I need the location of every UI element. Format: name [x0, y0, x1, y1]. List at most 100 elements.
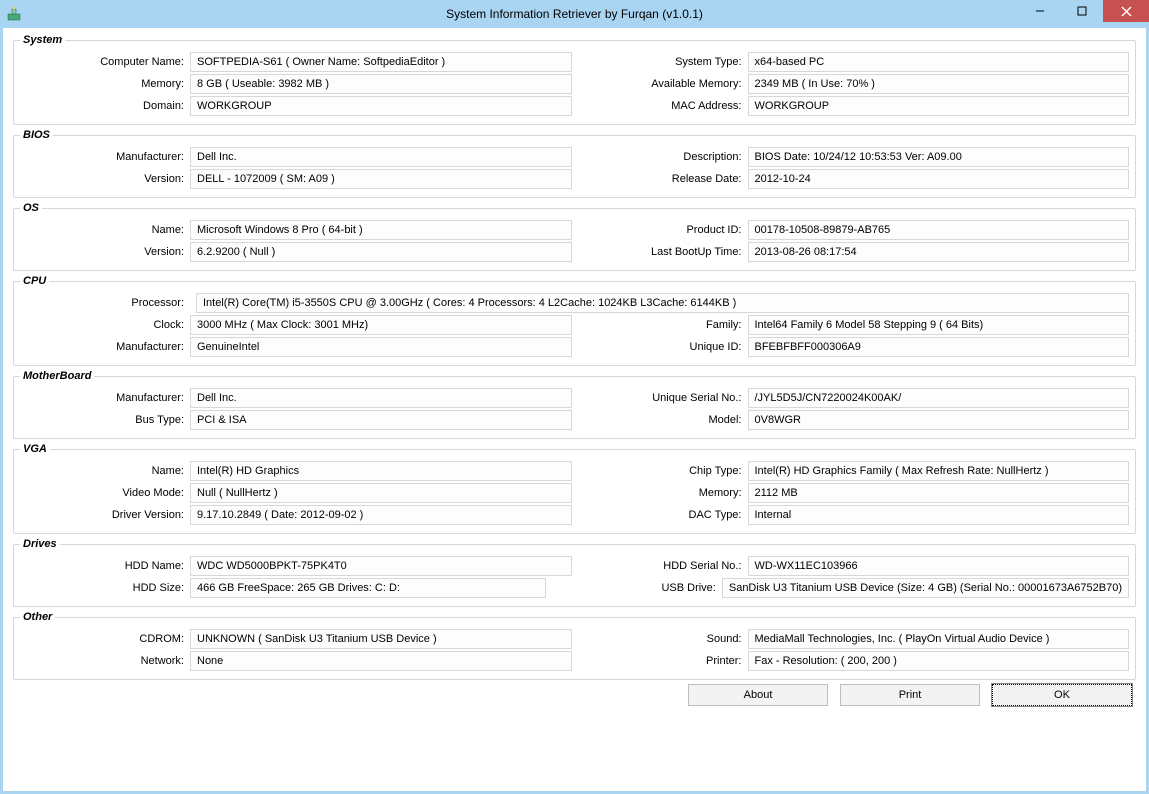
value-available-memory: 2349 MB ( In Use: 70% ) [748, 74, 1130, 94]
value-vga-dac-type: Internal [748, 505, 1130, 525]
label-vga-memory: Memory: [578, 487, 748, 499]
label-os-name: Name: [20, 224, 190, 236]
label-vga-video-mode: Video Mode: [20, 487, 190, 499]
label-memory: Memory: [20, 78, 190, 90]
print-button[interactable]: Print [840, 684, 980, 706]
value-mac-address: WORKGROUP [748, 96, 1130, 116]
label-os-last-bootup: Last BootUp Time: [578, 246, 748, 258]
label-computer-name: Computer Name: [20, 56, 190, 68]
label-mb-bus-type: Bus Type: [20, 414, 190, 426]
label-vga-dac-type: DAC Type: [578, 509, 748, 521]
label-usb-drive: USB Drive: [552, 582, 722, 594]
value-network: None [190, 651, 572, 671]
label-vga-name: Name: [20, 465, 190, 477]
group-system-legend: System [20, 34, 65, 46]
label-network: Network: [20, 655, 190, 667]
ok-button[interactable]: OK [992, 684, 1132, 706]
group-drives: Drives HDD Name:WDC WD5000BPKT-75PK4T0 H… [13, 538, 1136, 607]
label-available-memory: Available Memory: [578, 78, 748, 90]
value-system-type: x64-based PC [748, 52, 1130, 72]
label-printer: Printer: [578, 655, 748, 667]
group-bios: BIOS Manufacturer:Dell Inc. Description:… [13, 129, 1136, 198]
value-domain: WORKGROUP [190, 96, 572, 116]
label-vga-driver-version: Driver Version: [20, 509, 190, 521]
value-os-last-bootup: 2013-08-26 08:17:54 [748, 242, 1130, 262]
maximize-button[interactable] [1061, 0, 1103, 22]
label-hdd-serial: HDD Serial No.: [578, 560, 748, 572]
label-bios-manufacturer: Manufacturer: [20, 151, 190, 163]
value-sound: MediaMall Technologies, Inc. ( PlayOn Vi… [748, 629, 1130, 649]
label-system-type: System Type: [578, 56, 748, 68]
group-drives-legend: Drives [20, 538, 60, 550]
value-cpu-processor: Intel(R) Core(TM) i5-3550S CPU @ 3.00GHz… [196, 293, 1129, 313]
value-vga-memory: 2112 MB [748, 483, 1130, 503]
value-bios-release-date: 2012-10-24 [748, 169, 1130, 189]
value-mb-unique-serial: /JYL5D5J/CN7220024K00AK/ [748, 388, 1130, 408]
label-cpu-unique-id: Unique ID: [578, 341, 748, 353]
value-vga-driver-version: 9.17.10.2849 ( Date: 2012-09-02 ) [190, 505, 572, 525]
group-vga: VGA Name:Intel(R) HD Graphics Chip Type:… [13, 443, 1136, 534]
value-memory: 8 GB ( Useable: 3982 MB ) [190, 74, 572, 94]
window-title: System Information Retriever by Furqan (… [0, 7, 1149, 21]
value-hdd-serial: WD-WX11EC103966 [748, 556, 1130, 576]
value-mb-bus-type: PCI & ISA [190, 410, 572, 430]
label-mb-manufacturer: Manufacturer: [20, 392, 190, 404]
group-os-legend: OS [20, 202, 42, 214]
group-other: Other CDROM:UNKNOWN ( SanDisk U3 Titaniu… [13, 611, 1136, 680]
value-cpu-family: Intel64 Family 6 Model 58 Stepping 9 ( 6… [748, 315, 1130, 335]
label-bios-release-date: Release Date: [578, 173, 748, 185]
value-bios-manufacturer: Dell Inc. [190, 147, 572, 167]
label-mac-address: MAC Address: [578, 100, 748, 112]
value-cpu-unique-id: BFEBFBFF000306A9 [748, 337, 1130, 357]
group-motherboard-legend: MotherBoard [20, 370, 94, 382]
minimize-button[interactable] [1019, 0, 1061, 22]
label-cpu-manufacturer: Manufacturer: [20, 341, 190, 353]
value-hdd-size: 466 GB FreeSpace: 265 GB Drives: C: D: [190, 578, 546, 598]
value-computer-name: SOFTPEDIA-S61 ( Owner Name: SoftpediaEdi… [190, 52, 572, 72]
value-usb-drive: SanDisk U3 Titanium USB Device (Size: 4 … [722, 578, 1129, 598]
value-os-version: 6.2.9200 ( Null ) [190, 242, 572, 262]
value-cpu-clock: 3000 MHz ( Max Clock: 3001 MHz) [190, 315, 572, 335]
value-vga-video-mode: Null ( NullHertz ) [190, 483, 572, 503]
value-os-product-id: 00178-10508-89879-AB765 [748, 220, 1130, 240]
titlebar: System Information Retriever by Furqan (… [0, 0, 1149, 28]
label-domain: Domain: [20, 100, 190, 112]
group-vga-legend: VGA [20, 443, 50, 455]
label-os-version: Version: [20, 246, 190, 258]
label-cdrom: CDROM: [20, 633, 190, 645]
value-bios-version: DELL - 1072009 ( SM: A09 ) [190, 169, 572, 189]
label-cpu-family: Family: [578, 319, 748, 331]
label-vga-chip-type: Chip Type: [578, 465, 748, 477]
value-cdrom: UNKNOWN ( SanDisk U3 Titanium USB Device… [190, 629, 572, 649]
group-cpu: CPU Processor: Intel(R) Core(TM) i5-3550… [13, 275, 1136, 366]
label-sound: Sound: [578, 633, 748, 645]
value-mb-manufacturer: Dell Inc. [190, 388, 572, 408]
content-area: System Computer Name:SOFTPEDIA-S61 ( Own… [0, 28, 1149, 794]
label-cpu-processor: Processor: [20, 297, 190, 309]
label-mb-model: Model: [578, 414, 748, 426]
group-system: System Computer Name:SOFTPEDIA-S61 ( Own… [13, 34, 1136, 125]
value-hdd-name: WDC WD5000BPKT-75PK4T0 [190, 556, 572, 576]
label-bios-description: Description: [578, 151, 748, 163]
group-bios-legend: BIOS [20, 129, 53, 141]
label-mb-unique-serial: Unique Serial No.: [578, 392, 748, 404]
value-cpu-manufacturer: GenuineIntel [190, 337, 572, 357]
value-os-name: Microsoft Windows 8 Pro ( 64-bit ) [190, 220, 572, 240]
value-bios-description: BIOS Date: 10/24/12 10:53:53 Ver: A09.00 [748, 147, 1130, 167]
value-printer: Fax - Resolution: ( 200, 200 ) [748, 651, 1130, 671]
group-other-legend: Other [20, 611, 55, 623]
value-vga-chip-type: Intel(R) HD Graphics Family ( Max Refres… [748, 461, 1130, 481]
value-vga-name: Intel(R) HD Graphics [190, 461, 572, 481]
value-mb-model: 0V8WGR [748, 410, 1130, 430]
app-icon [6, 6, 22, 22]
group-motherboard: MotherBoard Manufacturer:Dell Inc. Uniqu… [13, 370, 1136, 439]
label-os-product-id: Product ID: [578, 224, 748, 236]
button-bar: About Print OK [13, 684, 1136, 706]
group-os: OS Name:Microsoft Windows 8 Pro ( 64-bit… [13, 202, 1136, 271]
label-cpu-clock: Clock: [20, 319, 190, 331]
label-hdd-size: HDD Size: [20, 582, 190, 594]
close-button[interactable] [1103, 0, 1149, 22]
label-bios-version: Version: [20, 173, 190, 185]
label-hdd-name: HDD Name: [20, 560, 190, 572]
about-button[interactable]: About [688, 684, 828, 706]
